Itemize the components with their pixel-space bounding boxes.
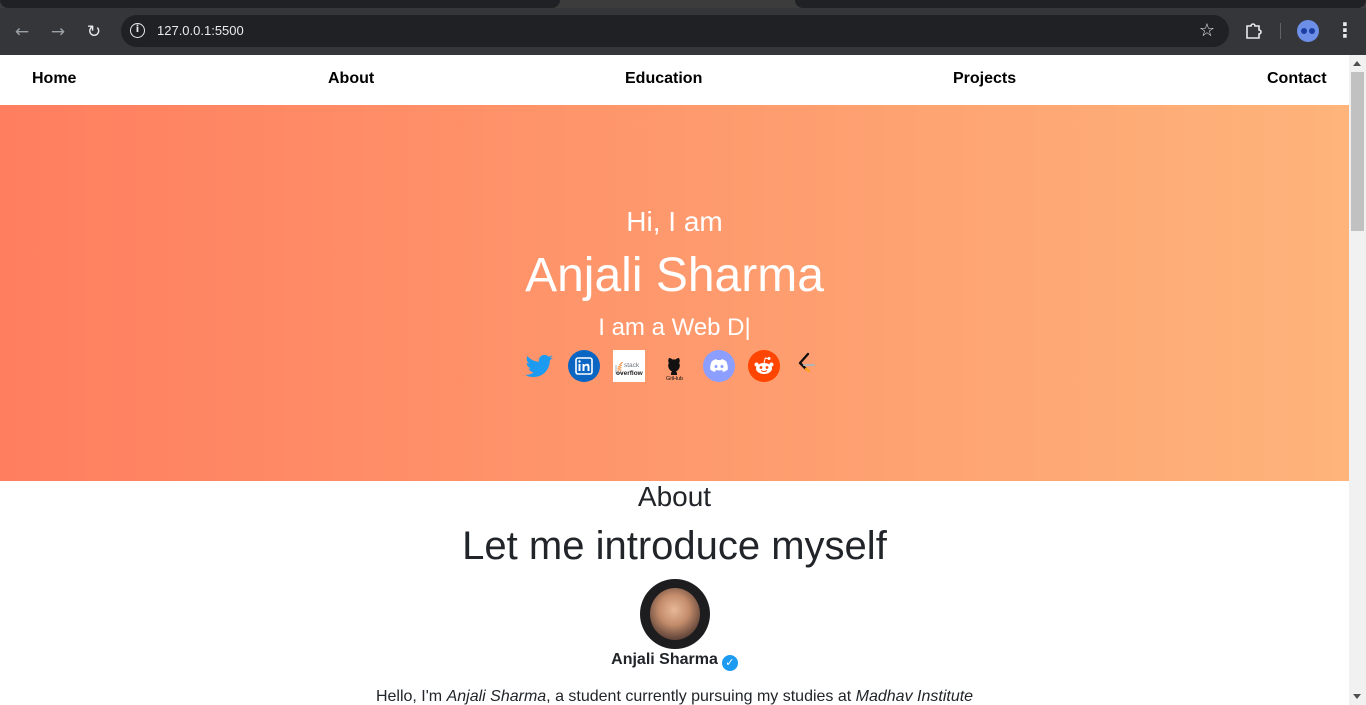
about-intro-text: Hello, I'm Anjali Sharma, a student curr… — [0, 688, 1349, 705]
hero-greeting: Hi, I am — [626, 206, 723, 237]
nav-contact-link[interactable]: Contact — [1267, 70, 1327, 88]
intro-prefix: Hello, I'm — [375, 688, 447, 705]
site-info-icon[interactable]: i — [130, 23, 145, 38]
nav-projects-link[interactable]: Projects — [953, 70, 1016, 88]
browser-tab[interactable] — [795, 0, 1366, 8]
browser-tab-strip — [0, 0, 1366, 8]
hero-typed-text: I am a Web D| — [598, 314, 751, 341]
page-scrollbar[interactable] — [1349, 55, 1366, 705]
back-arrow-icon[interactable]: ← — [10, 20, 34, 44]
intro-institute: Madhav Institute — [855, 688, 974, 705]
forward-arrow-icon[interactable]: → — [46, 20, 70, 44]
toolbar-divider — [1280, 23, 1281, 39]
linkedin-icon[interactable] — [568, 350, 600, 382]
scrollbar-thumb[interactable] — [1351, 72, 1364, 231]
reddit-icon[interactable] — [748, 350, 780, 382]
scroll-down-arrow-icon[interactable] — [1353, 694, 1361, 699]
svg-text:stack: stack — [624, 362, 640, 369]
nav-about-link[interactable]: About — [328, 70, 374, 88]
browser-tab[interactable] — [0, 0, 560, 8]
profile-photo — [650, 588, 700, 640]
github-icon[interactable]: GitHub — [658, 350, 690, 382]
about-section-label: About — [637, 481, 712, 512]
site-navbar: Home About Education Projects Contact — [0, 55, 1349, 105]
about-heading: Let me introduce myself — [462, 524, 887, 568]
svg-text:overflow: overflow — [616, 370, 644, 377]
intro-name: Anjali Sharma — [446, 688, 547, 705]
social-links: stack overflow GitHub — [523, 350, 823, 382]
svg-text:GitHub: GitHub — [666, 376, 683, 382]
profile-avatar-icon[interactable] — [1297, 20, 1319, 42]
nav-education-link[interactable]: Education — [625, 70, 702, 88]
profile-name-text: Anjali Sharma — [611, 651, 718, 668]
intro-middle: , a student currently pursuing my studie… — [546, 688, 856, 705]
url-text[interactable]: 127.0.0.1:5500 — [157, 23, 244, 38]
bookmark-star-icon[interactable]: ☆ — [1199, 20, 1215, 41]
hero-name: Anjali Sharma — [525, 249, 824, 302]
hero-section: Hi, I am Anjali Sharma I am a Web D| sta… — [0, 105, 1349, 481]
profile-name: Anjali Sharma ✓ — [0, 651, 1349, 671]
browser-menu-icon[interactable]: ⋮ — [1335, 20, 1355, 44]
extensions-icon[interactable] — [1244, 20, 1264, 42]
page-viewport: Home About Education Projects Contact Hi… — [0, 55, 1349, 705]
address-bar[interactable]: i 127.0.0.1:5500 ☆ — [121, 15, 1229, 47]
browser-toolbar: ← → ↻ i 127.0.0.1:5500 ☆ ⋮ — [0, 8, 1366, 55]
profile-avatar — [640, 579, 710, 649]
leetcode-icon[interactable] — [793, 350, 825, 382]
discord-icon[interactable] — [703, 350, 735, 382]
scroll-up-arrow-icon[interactable] — [1353, 61, 1361, 66]
twitter-icon[interactable] — [523, 350, 555, 382]
stackoverflow-icon[interactable]: stack overflow — [613, 350, 645, 382]
reload-icon[interactable]: ↻ — [82, 20, 106, 44]
nav-home-link[interactable]: Home — [32, 70, 76, 88]
verified-check-icon: ✓ — [721, 655, 738, 671]
